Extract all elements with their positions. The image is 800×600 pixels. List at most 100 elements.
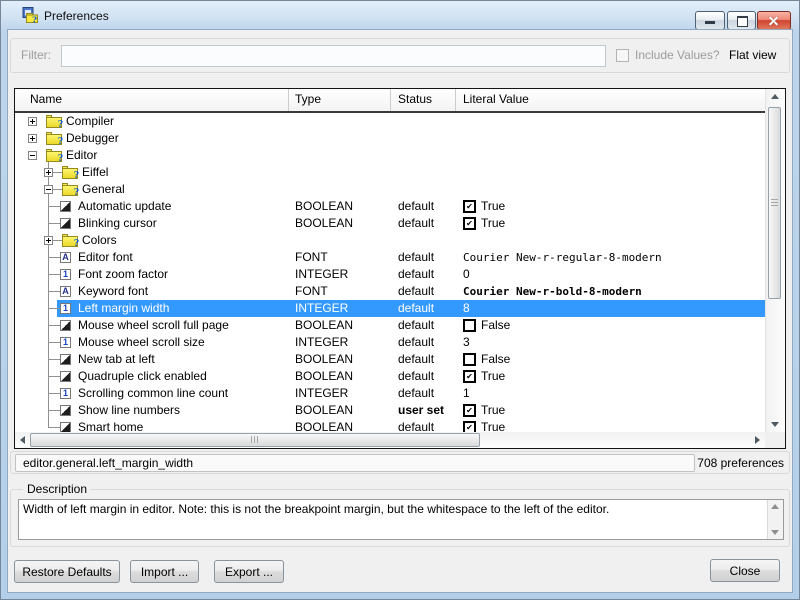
pref-name: Left margin width <box>78 300 169 317</box>
column-header-literal-value[interactable]: Literal Value <box>463 89 529 110</box>
value-checkbox[interactable]: ✔ <box>463 404 476 417</box>
tree-connector <box>48 410 60 411</box>
tree-connector <box>48 291 60 292</box>
minimize-button[interactable] <box>695 11 725 30</box>
table-row[interactable]: ?General <box>15 181 765 198</box>
pref-status: default <box>398 283 434 300</box>
pref-type: INTEGER <box>295 385 348 402</box>
import-button[interactable]: Import ... <box>130 560 199 583</box>
column-divider[interactable] <box>288 89 289 111</box>
pref-category-name: Debugger <box>66 130 119 147</box>
expand-icon[interactable] <box>28 134 37 143</box>
maximize-button[interactable] <box>727 11 756 30</box>
include-values-checkbox[interactable] <box>616 49 629 62</box>
window-title: Preferences <box>44 9 109 23</box>
table-row[interactable]: Smart homeBOOLEANdefault✔True <box>15 419 765 432</box>
table-row[interactable]: 1Left margin widthINTEGERdefault8 <box>15 300 765 317</box>
arrow-right-icon <box>755 436 760 444</box>
pref-value: 3 <box>463 334 470 351</box>
collapse-icon[interactable] <box>44 185 53 194</box>
vertical-scrollbar[interactable] <box>765 89 785 432</box>
filter-group: Filter: Include Values? Flat view <box>10 38 790 73</box>
scroll-down-button[interactable] <box>767 416 783 432</box>
table-row[interactable]: Mouse wheel scroll full pageBOOLEANdefau… <box>15 317 765 334</box>
pref-name: Quadruple click enabled <box>78 368 207 385</box>
table-row[interactable]: AEditor fontFONTdefaultCourier New-r-reg… <box>15 249 765 266</box>
table-row[interactable]: Blinking cursorBOOLEANdefault✔True <box>15 215 765 232</box>
table-row[interactable]: New tab at leftBOOLEANdefaultFalse <box>15 351 765 368</box>
tree-connector <box>48 376 60 377</box>
table-row[interactable]: Automatic updateBOOLEANdefault✔True <box>15 198 765 215</box>
pref-category-name: Colors <box>82 232 117 249</box>
column-header-type[interactable]: Type <box>295 89 321 110</box>
boolean-icon <box>60 422 71 432</box>
pref-value: 0 <box>463 266 470 283</box>
pref-value: 8 <box>463 300 470 317</box>
pref-status: default <box>398 249 434 266</box>
description-scrollbar[interactable] <box>767 500 783 539</box>
table-row[interactable]: 1Font zoom factorINTEGERdefault0 <box>15 266 765 283</box>
boolean-icon <box>60 218 71 229</box>
tree-connector <box>48 342 60 343</box>
tree-connector <box>48 325 60 326</box>
pref-status: user set <box>398 402 444 419</box>
column-header-name[interactable]: Name <box>30 89 62 110</box>
pref-status: default <box>398 334 434 351</box>
table-row[interactable]: AKeyword fontFONTdefaultCourier New-r-bo… <box>15 283 765 300</box>
column-divider[interactable] <box>390 89 391 111</box>
value-checkbox[interactable]: ✔ <box>463 217 476 230</box>
tree-connector <box>48 427 60 428</box>
table-row[interactable]: Quadruple click enabledBOOLEANdefault✔Tr… <box>15 368 765 385</box>
pref-name: Mouse wheel scroll size <box>78 334 205 351</box>
table-row[interactable]: ?Eiffel <box>15 164 765 181</box>
pref-category-name: General <box>82 181 125 198</box>
expand-icon[interactable] <box>44 236 53 245</box>
pref-type: BOOLEAN <box>295 419 353 432</box>
scroll-up-button[interactable] <box>767 89 783 105</box>
table-row[interactable]: ?Colors <box>15 232 765 249</box>
column-divider[interactable] <box>455 89 456 111</box>
vertical-scroll-thumb[interactable] <box>768 107 781 299</box>
value-checkbox[interactable]: ✔ <box>463 370 476 383</box>
tree-connector <box>48 206 60 207</box>
table-row[interactable]: ?Editor <box>15 147 765 164</box>
preferences-app-icon: ? <box>22 7 38 23</box>
column-header-status[interactable]: Status <box>398 89 432 110</box>
table-row[interactable]: Show line numbersBOOLEANuser set✔True <box>15 402 765 419</box>
pref-type: BOOLEAN <box>295 317 353 334</box>
boolean-icon <box>60 354 71 365</box>
horizontal-scroll-thumb[interactable] <box>30 433 480 447</box>
scroll-right-button[interactable] <box>749 432 765 448</box>
pref-category-name: Compiler <box>66 113 114 130</box>
table-row[interactable]: ?Compiler <box>15 113 765 130</box>
table-row[interactable]: ?Debugger <box>15 130 765 147</box>
value-checkbox[interactable] <box>463 319 476 332</box>
export-button[interactable]: Export ... <box>214 560 284 583</box>
font-icon: A <box>60 252 71 263</box>
pref-type: BOOLEAN <box>295 368 353 385</box>
collapse-icon[interactable] <box>28 151 37 160</box>
value-checkbox[interactable] <box>463 353 476 366</box>
expand-icon[interactable] <box>44 168 53 177</box>
close-window-button[interactable] <box>757 11 791 30</box>
table-row[interactable]: 1Mouse wheel scroll sizeINTEGERdefault3 <box>15 334 765 351</box>
font-icon: A <box>60 286 71 297</box>
expand-icon[interactable] <box>28 117 37 126</box>
tree-connector <box>48 359 60 360</box>
pref-status: default <box>398 215 434 232</box>
close-button[interactable]: Close <box>710 559 780 582</box>
table-row[interactable]: 1Scrolling common line countINTEGERdefau… <box>15 385 765 402</box>
restore-defaults-button[interactable]: Restore Defaults <box>14 560 120 583</box>
filter-input[interactable] <box>61 45 606 67</box>
flat-view-button[interactable]: Flat view <box>729 39 776 72</box>
scroll-left-button[interactable] <box>15 432 31 448</box>
pref-value: True <box>481 368 505 385</box>
pref-type: BOOLEAN <box>295 402 353 419</box>
horizontal-scrollbar[interactable] <box>15 432 765 448</box>
value-checkbox[interactable]: ✔ <box>463 421 476 432</box>
pref-value: True <box>481 215 505 232</box>
pref-status: default <box>398 266 434 283</box>
pref-category-name: Eiffel <box>82 164 108 181</box>
value-checkbox[interactable]: ✔ <box>463 200 476 213</box>
description-text-box[interactable]: Width of left margin in editor. Note: th… <box>18 499 784 540</box>
